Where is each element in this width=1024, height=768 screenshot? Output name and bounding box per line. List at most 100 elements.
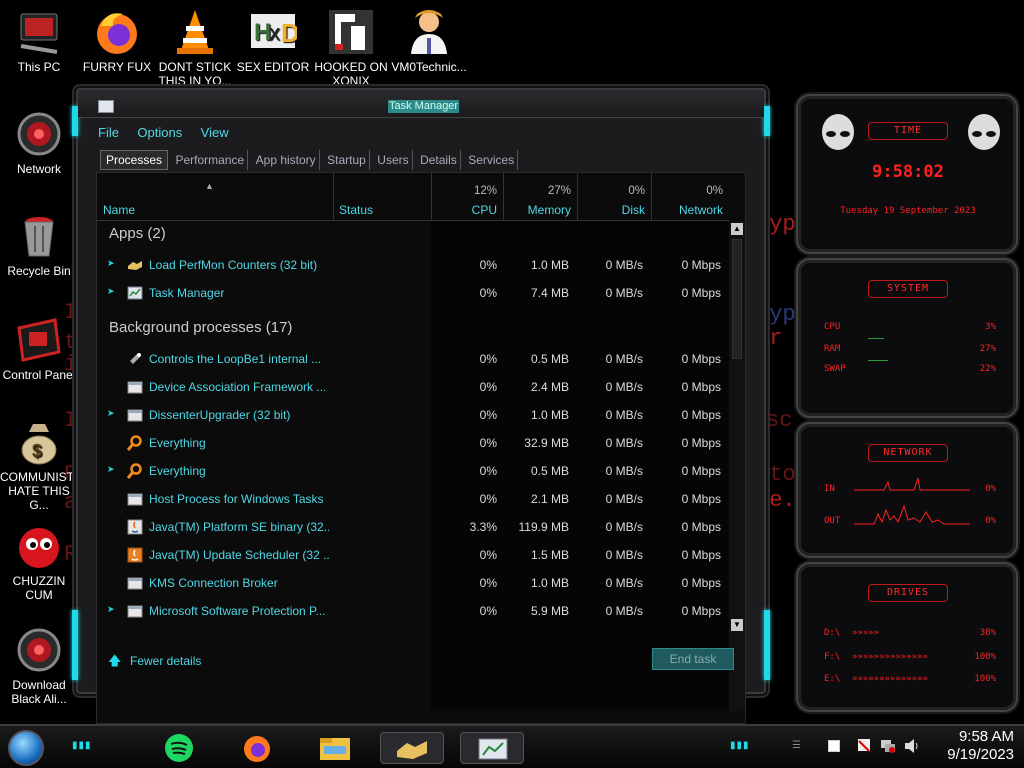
table-row[interactable]: Java(TM) Update Scheduler (32 ... 0% 1.5… [97,541,729,569]
menu-view[interactable]: View [201,125,229,140]
table-row[interactable]: ➤ Microsoft Software Protection P... 0% … [97,597,729,625]
show-desktop-icon[interactable] [828,740,840,752]
vlc-cone-icon [171,8,219,56]
tab-details[interactable]: Details [417,150,461,170]
taskbar-item-task-manager[interactable] [460,732,524,764]
network-gadget[interactable]: NETWORK IN 0% OUT 0% [796,422,1018,558]
start-orb-icon[interactable] [8,730,44,766]
memory-value: 2.4 MB [530,380,569,394]
time-gadget[interactable]: TIME 9:58:02 Tuesday 19 September 2023 [796,94,1018,254]
taskbar-clock[interactable]: 9:58 AM 9/19/2023 [947,728,1014,764]
table-row[interactable]: ➤ Task Manager 0% 7.4 MB 0 MB/s 0 Mbps [97,279,729,307]
table-row[interactable]: Java(TM) Platform SE binary (32... 3.3% … [97,513,729,541]
desktop-icon-network[interactable]: Network [0,110,78,176]
memory-value: 5.9 MB [530,604,569,618]
clock-time: 9:58 AM [958,728,1014,745]
desktop-icon-recycle-bin[interactable]: Recycle Bin [0,212,78,278]
volume-icon[interactable] [904,738,920,754]
firefox-icon[interactable] [238,732,276,764]
network-value: 0 Mbps [681,604,721,618]
desktop-icon-communists[interactable]: $ COMMUNISTS HATE THIS G... [0,418,82,512]
end-task-button[interactable]: End task [652,648,734,670]
cpu-value: 0% [479,436,497,450]
table-row[interactable]: ➤ Everything 0% 0.5 MB 0 MB/s 0 Mbps [97,457,729,485]
process-name: DissenterUpgrader (32 bit) [149,408,291,422]
group-header-background[interactable]: Background processes (17) [109,319,292,336]
table-row[interactable]: Controls the LoopBe1 internal ... 0% 0.5… [97,345,729,373]
window-title: Task Manager [388,100,460,113]
vertical-scrollbar[interactable]: ▲ ▼ [729,221,745,711]
title-bar[interactable]: Task Manager [78,90,764,118]
desktop-icon-label: HOOKED ON XONIX [314,60,388,88]
desktop-icon-hooked-on-xonix[interactable]: HOOKED ON XONIX [312,8,390,88]
desktop-icon-furry-fux[interactable]: FURRY FUX [78,8,156,74]
group-header-apps[interactable]: Apps (2) [109,225,166,242]
table-row[interactable]: Device Association Framework ... 0% 2.4 … [97,373,729,401]
desktop-icon-download-black-ali[interactable]: Download Black Ali... [0,626,78,706]
tab-users[interactable]: Users [374,150,413,170]
network-graph [854,477,970,525]
desktop-icon-control-panel[interactable]: Control Panel [0,316,78,382]
network-value: 0 Mbps [681,352,721,366]
scroll-up-icon[interactable]: ▲ [731,223,743,235]
disk-value: 0 MB/s [605,352,643,366]
svg-text:$: $ [32,441,42,461]
spotify-icon[interactable] [160,732,198,764]
tab-processes[interactable]: Processes [100,150,169,170]
column-disk[interactable]: 0% Disk [577,173,651,221]
desktop-icon-chuzzin-cum[interactable]: CHUZZIN CUM [0,522,78,602]
desktop-icon-sex-editor[interactable]: HxD SEX EDITOR [234,8,312,74]
clock-date: 9/19/2023 [947,746,1014,763]
table-row[interactable]: KMS Connection Broker 0% 1.0 MB 0 MB/s 0… [97,569,729,597]
fewer-details-link[interactable]: 🡅 Fewer details [108,652,201,674]
menu-file[interactable]: File [98,125,119,140]
tab-services[interactable]: Services [465,150,519,170]
disk-value: 0 MB/s [605,380,643,394]
network-icon[interactable] [880,738,896,754]
desktop-icon-vm0technic[interactable]: VM0Technic... [390,8,468,74]
desktop-icon-dont-stick[interactable]: DONT STICK THIS IN YO... [156,8,234,88]
expand-chevron-icon[interactable]: ➤ [107,409,115,418]
desktop-icon-this-pc[interactable]: This PC [0,8,78,74]
system-label: CPU [824,322,841,332]
table-row[interactable]: ➤ DissenterUpgrader (32 bit) 0% 1.0 MB 0… [97,401,729,429]
column-network[interactable]: 0% Network [651,173,729,221]
file-explorer-icon[interactable] [316,732,354,764]
memory-value: 1.5 MB [530,548,569,562]
column-status[interactable]: Status [333,173,431,221]
drives-gadget[interactable]: DRIVES D:\ »»»»» 38% F:\ »»»»»»»»»»»»»» … [796,562,1018,712]
column-name[interactable]: Name [97,173,333,221]
column-memory[interactable]: 27% Memory [503,173,577,221]
tab-app-history[interactable]: App history [253,150,320,170]
table-row[interactable]: Everything 0% 32.9 MB 0 MB/s 0 Mbps [97,429,729,457]
tab-performance[interactable]: Performance [172,150,249,170]
expand-chevron-icon[interactable]: ➤ [107,465,115,474]
column-cpu[interactable]: 12% CPU [431,173,503,221]
scroll-down-icon[interactable]: ▼ [731,619,743,631]
alien-head-icon [822,114,854,150]
table-row[interactable]: ➤ Load PerfMon Counters (32 bit) 0% 1.0 … [97,251,729,279]
taskbar: ▮▮▮ ▮▮▮ ☰ 9:58 AM 9/19/2023 [0,724,1024,768]
drive-usage-bar: »»»»» [852,628,880,638]
disk-value: 0 MB/s [605,436,643,450]
menu-options[interactable]: Options [137,125,182,140]
disk-value: 0 MB/s [605,464,643,478]
tab-startup[interactable]: Startup [324,150,370,170]
system-gadget[interactable]: SYSTEM CPU 3% RAM 27% SWAP 22% [796,258,1018,418]
expand-chevron-icon[interactable]: ➤ [107,605,115,614]
scroll-thumb[interactable] [732,239,742,359]
shield-flag-icon[interactable] [856,738,872,754]
process-name: Microsoft Software Protection P... [149,604,326,618]
desktop-icon-label: This PC [17,60,61,74]
table-row[interactable]: Host Process for Windows Tasks 0% 2.1 MB… [97,485,729,513]
gadget-date: Tuesday 19 September 2023 [840,206,976,216]
system-value: 22% [979,364,996,374]
expand-chevron-icon[interactable]: ➤ [107,287,115,296]
task-manager-window[interactable]: Task Manager File Options View Processes… [72,88,770,724]
svg-text:x: x [269,20,280,45]
desktop-icon-label: Network [16,162,61,176]
expand-chevron-icon[interactable]: ➤ [107,259,115,268]
taskbar-item-perfmon[interactable] [380,732,444,764]
xonix-game-icon [327,8,375,56]
doctor-icon [405,8,453,56]
